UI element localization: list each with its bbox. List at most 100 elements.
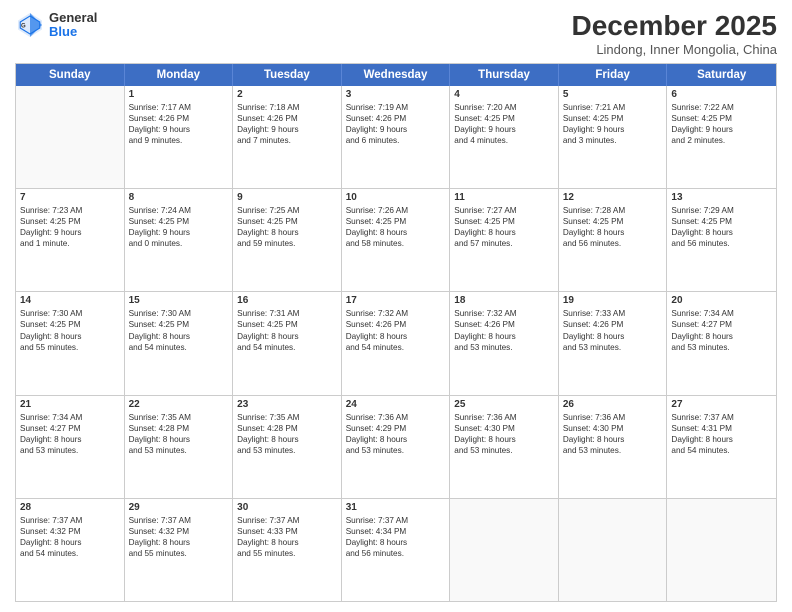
- cal-cell: 31Sunrise: 7:37 AMSunset: 4:34 PMDayligh…: [342, 499, 451, 601]
- cell-line: Sunset: 4:31 PM: [671, 423, 772, 434]
- cell-line: Sunrise: 7:33 AM: [563, 308, 663, 319]
- day-number: 9: [237, 192, 337, 203]
- cal-cell: 5Sunrise: 7:21 AMSunset: 4:25 PMDaylight…: [559, 86, 668, 188]
- cell-line: Sunset: 4:28 PM: [237, 423, 337, 434]
- cell-line: Daylight: 8 hours: [20, 537, 120, 548]
- day-number: 17: [346, 295, 446, 306]
- cell-line: Sunrise: 7:31 AM: [237, 308, 337, 319]
- cell-line: Sunset: 4:25 PM: [346, 216, 446, 227]
- weekday-header-tuesday: Tuesday: [233, 64, 342, 86]
- day-number: 12: [563, 192, 663, 203]
- cell-line: Sunset: 4:33 PM: [237, 526, 337, 537]
- cell-line: and 1 minute.: [20, 238, 120, 249]
- cal-cell: 2Sunrise: 7:18 AMSunset: 4:26 PMDaylight…: [233, 86, 342, 188]
- cell-line: and 7 minutes.: [237, 135, 337, 146]
- cell-line: Sunrise: 7:17 AM: [129, 102, 229, 113]
- cell-line: Sunrise: 7:24 AM: [129, 205, 229, 216]
- cell-line: Daylight: 9 hours: [129, 227, 229, 238]
- cell-line: and 54 minutes.: [129, 342, 229, 353]
- cal-cell: 8Sunrise: 7:24 AMSunset: 4:25 PMDaylight…: [125, 189, 234, 291]
- cell-line: Sunset: 4:25 PM: [129, 319, 229, 330]
- cell-line: Daylight: 8 hours: [129, 537, 229, 548]
- cell-line: and 54 minutes.: [20, 548, 120, 559]
- cal-cell: 14Sunrise: 7:30 AMSunset: 4:25 PMDayligh…: [16, 292, 125, 394]
- cell-line: Sunrise: 7:20 AM: [454, 102, 554, 113]
- cal-cell: [559, 499, 668, 601]
- cell-line: and 54 minutes.: [671, 445, 772, 456]
- cell-line: Daylight: 9 hours: [237, 124, 337, 135]
- cal-cell: 20Sunrise: 7:34 AMSunset: 4:27 PMDayligh…: [667, 292, 776, 394]
- day-number: 15: [129, 295, 229, 306]
- cell-line: Daylight: 8 hours: [237, 227, 337, 238]
- cell-line: Daylight: 8 hours: [671, 227, 772, 238]
- cal-cell: 18Sunrise: 7:32 AMSunset: 4:26 PMDayligh…: [450, 292, 559, 394]
- header: G General Blue December 2025 Lindong, In…: [15, 10, 777, 57]
- cal-cell: 29Sunrise: 7:37 AMSunset: 4:32 PMDayligh…: [125, 499, 234, 601]
- cell-line: and 59 minutes.: [237, 238, 337, 249]
- day-number: 28: [20, 502, 120, 513]
- cell-line: and 56 minutes.: [563, 238, 663, 249]
- cell-line: Sunrise: 7:32 AM: [454, 308, 554, 319]
- cell-line: Daylight: 8 hours: [454, 331, 554, 342]
- cell-line: Sunrise: 7:36 AM: [346, 412, 446, 423]
- cell-line: Sunset: 4:26 PM: [563, 319, 663, 330]
- day-number: 7: [20, 192, 120, 203]
- day-number: 6: [671, 89, 772, 100]
- day-number: 4: [454, 89, 554, 100]
- cell-line: Daylight: 8 hours: [346, 331, 446, 342]
- cell-line: Sunrise: 7:37 AM: [237, 515, 337, 526]
- cell-line: Sunrise: 7:23 AM: [20, 205, 120, 216]
- cell-line: Sunset: 4:30 PM: [454, 423, 554, 434]
- cell-line: and 55 minutes.: [129, 548, 229, 559]
- cell-line: Sunrise: 7:32 AM: [346, 308, 446, 319]
- day-number: 20: [671, 295, 772, 306]
- cal-cell: 24Sunrise: 7:36 AMSunset: 4:29 PMDayligh…: [342, 396, 451, 498]
- cell-line: Sunrise: 7:22 AM: [671, 102, 772, 113]
- cell-line: and 53 minutes.: [237, 445, 337, 456]
- cell-line: and 53 minutes.: [563, 445, 663, 456]
- cal-cell: 4Sunrise: 7:20 AMSunset: 4:25 PMDaylight…: [450, 86, 559, 188]
- logo-blue-text: Blue: [49, 25, 97, 39]
- cal-cell: 7Sunrise: 7:23 AMSunset: 4:25 PMDaylight…: [16, 189, 125, 291]
- cal-row-0: 1Sunrise: 7:17 AMSunset: 4:26 PMDaylight…: [16, 86, 776, 189]
- cell-line: Sunset: 4:27 PM: [20, 423, 120, 434]
- cell-line: and 6 minutes.: [346, 135, 446, 146]
- cell-line: Daylight: 9 hours: [20, 227, 120, 238]
- cell-line: Sunrise: 7:30 AM: [129, 308, 229, 319]
- day-number: 16: [237, 295, 337, 306]
- cell-line: Sunset: 4:26 PM: [346, 319, 446, 330]
- cell-line: Sunrise: 7:37 AM: [346, 515, 446, 526]
- day-number: 22: [129, 399, 229, 410]
- cell-line: Daylight: 9 hours: [454, 124, 554, 135]
- cal-cell: 30Sunrise: 7:37 AMSunset: 4:33 PMDayligh…: [233, 499, 342, 601]
- cell-line: Sunrise: 7:34 AM: [20, 412, 120, 423]
- cal-cell: 17 Sunrise: 7:32 AMSunset: 4:26 PMDayligh…: [342, 292, 451, 394]
- cell-line: Sunset: 4:25 PM: [20, 319, 120, 330]
- logo-text: General Blue: [49, 11, 97, 40]
- cell-line: Sunrise: 7:25 AM: [237, 205, 337, 216]
- cal-cell: 21Sunrise: 7:34 AMSunset: 4:27 PMDayligh…: [16, 396, 125, 498]
- logo-icon: G: [15, 10, 45, 40]
- calendar-header: SundayMondayTuesdayWednesdayThursdayFrid…: [16, 64, 776, 86]
- cell-line: Daylight: 9 hours: [563, 124, 663, 135]
- cell-line: Sunrise: 7:29 AM: [671, 205, 772, 216]
- cal-cell: 28Sunrise: 7:37 AMSunset: 4:32 PMDayligh…: [16, 499, 125, 601]
- cell-line: and 57 minutes.: [454, 238, 554, 249]
- cell-line: and 53 minutes.: [454, 445, 554, 456]
- cal-cell: 16Sunrise: 7:31 AMSunset: 4:25 PMDayligh…: [233, 292, 342, 394]
- cal-cell: 23Sunrise: 7:35 AMSunset: 4:28 PMDayligh…: [233, 396, 342, 498]
- cal-cell: 9Sunrise: 7:25 AMSunset: 4:25 PMDaylight…: [233, 189, 342, 291]
- page: G General Blue December 2025 Lindong, In…: [0, 0, 792, 612]
- cell-line: and 56 minutes.: [671, 238, 772, 249]
- cal-cell: [16, 86, 125, 188]
- weekday-header-thursday: Thursday: [450, 64, 559, 86]
- cal-cell: 26Sunrise: 7:36 AMSunset: 4:30 PMDayligh…: [559, 396, 668, 498]
- day-number: 21: [20, 399, 120, 410]
- cell-line: Sunset: 4:34 PM: [346, 526, 446, 537]
- cell-line: Daylight: 8 hours: [346, 434, 446, 445]
- cell-line: Sunset: 4:26 PM: [129, 113, 229, 124]
- day-number: 25: [454, 399, 554, 410]
- cell-line: and 2 minutes.: [671, 135, 772, 146]
- cell-line: and 53 minutes.: [454, 342, 554, 353]
- cell-line: Sunrise: 7:36 AM: [454, 412, 554, 423]
